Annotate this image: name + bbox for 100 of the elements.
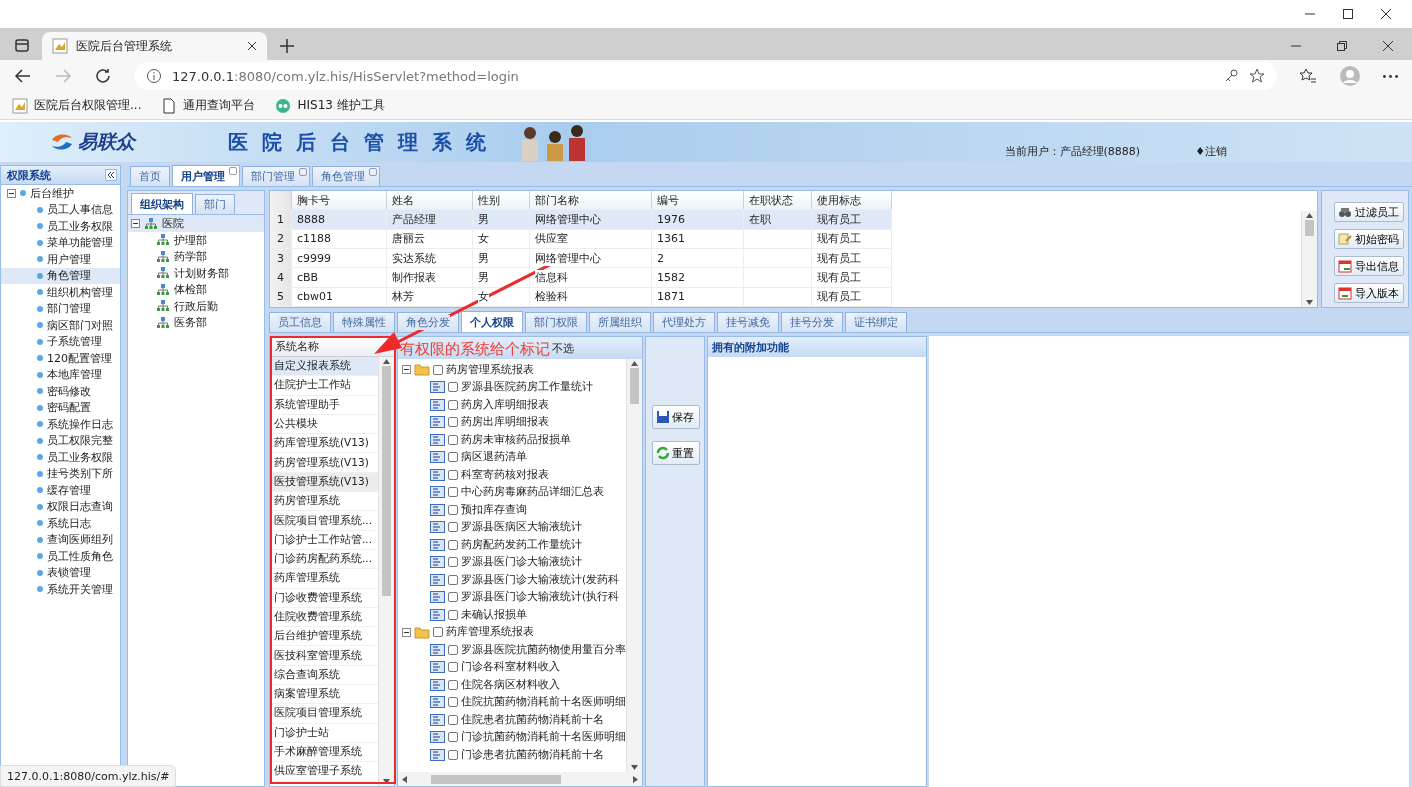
- deselect-all-link[interactable]: 不选: [552, 340, 574, 356]
- collapse-toggle[interactable]: [402, 627, 411, 637]
- checkbox[interactable]: [448, 522, 458, 533]
- tree-item[interactable]: 挂号类别下所: [1, 465, 120, 482]
- scrollbar[interactable]: [1301, 211, 1317, 307]
- tree-item[interactable]: 缓存管理: [1, 482, 120, 499]
- tree-item[interactable]: 用户管理: [1, 251, 120, 268]
- tree-item[interactable]: 病区部门对照: [1, 317, 120, 334]
- tree-item[interactable]: 员工性质角色: [1, 548, 120, 565]
- collapse-toggle[interactable]: [402, 365, 411, 375]
- tab[interactable]: 挂号减免: [717, 312, 779, 332]
- tree-item[interactable]: 预扣库存查询: [461, 502, 527, 517]
- tab[interactable]: 证书绑定: [845, 312, 907, 332]
- tree-item[interactable]: 密码修改: [1, 383, 120, 400]
- tab[interactable]: 挂号分发: [781, 312, 843, 332]
- checkbox[interactable]: [448, 714, 458, 725]
- tab[interactable]: 个人权限: [461, 311, 523, 332]
- browser-tab[interactable]: 医院后台管理系统: [42, 32, 267, 60]
- tree-item[interactable]: 药房配药发药工作量统计: [461, 537, 582, 552]
- column-header[interactable]: 部门名称: [530, 191, 652, 211]
- tree-item[interactable]: 门诊抗菌药物消耗前十名医师明细: [461, 730, 626, 745]
- tree-item[interactable]: 药学部: [174, 249, 207, 265]
- bookmark-link[interactable]: HIS13 维护工具: [297, 97, 385, 114]
- collapse-toggle[interactable]: [131, 219, 140, 228]
- checkbox[interactable]: [448, 679, 458, 690]
- checkbox[interactable]: [448, 644, 458, 655]
- tree-item[interactable]: 病区退药清单: [461, 450, 527, 465]
- tree-item[interactable]: 员工业务权限: [1, 218, 120, 235]
- tree-item[interactable]: 权限日志查询: [1, 498, 120, 515]
- tree-item[interactable]: 本地库管理: [1, 366, 120, 383]
- checkbox[interactable]: [448, 399, 458, 410]
- tab[interactable]: 角色分发: [397, 312, 459, 332]
- checkbox[interactable]: [448, 469, 458, 480]
- checkbox[interactable]: [448, 487, 458, 498]
- tab[interactable]: 用户管理: [172, 165, 240, 186]
- tree-item[interactable]: 住院抗菌药物消耗前十名医师明细: [461, 695, 626, 710]
- tree-item[interactable]: 系统日志: [1, 515, 120, 532]
- tab[interactable]: 代理处方: [653, 312, 715, 332]
- tab[interactable]: 角色管理: [312, 166, 380, 186]
- checkbox[interactable]: [448, 749, 458, 760]
- tab[interactable]: 部门管理: [242, 166, 310, 186]
- tree-item[interactable]: 系统开关管理: [1, 581, 120, 598]
- tree-item[interactable]: 住院各病区材料收入: [461, 677, 560, 692]
- scrollbar-thumb[interactable]: [382, 366, 391, 596]
- toolbar-button[interactable]: 过滤员工: [1334, 202, 1404, 222]
- checkbox[interactable]: [448, 662, 458, 673]
- tree-item[interactable]: 医务部: [174, 315, 207, 331]
- save-button[interactable]: 保存: [652, 405, 700, 429]
- address-bar[interactable]: 127.0.0.1:8080/com.ylz.his/HisServlet?method=login: [134, 62, 1277, 90]
- column-header[interactable]: 胸卡号: [292, 191, 387, 211]
- tree-item[interactable]: 表锁管理: [1, 564, 120, 581]
- collapse-toggle[interactable]: [7, 188, 16, 198]
- scrollbar[interactable]: [378, 357, 394, 786]
- tree-item[interactable]: 罗源县医门诊大输液统计(执行科: [461, 590, 620, 605]
- tab[interactable]: 所属组织: [589, 312, 651, 332]
- tree-item[interactable]: 未确认报损单: [461, 607, 527, 622]
- bookmark-link[interactable]: 通用查询平台: [183, 97, 256, 114]
- tree-item[interactable]: 菜单功能管理: [1, 234, 120, 251]
- list-item[interactable]: 自定义报表系统: [270, 357, 378, 377]
- checkbox[interactable]: [448, 382, 458, 393]
- tree-item[interactable]: 住院患者抗菌药物消耗前十名: [461, 712, 604, 727]
- tree-item[interactable]: 科室寄药核对报表: [461, 467, 549, 482]
- tree-item[interactable]: 药库管理系统报表: [446, 625, 534, 640]
- toolbar-button[interactable]: 初始密码: [1334, 229, 1404, 249]
- reset-button[interactable]: 重置: [652, 441, 700, 465]
- scrollbar[interactable]: [626, 359, 642, 772]
- checkbox[interactable]: [433, 627, 443, 638]
- tree-item[interactable]: 120配置管理: [1, 350, 120, 367]
- scrollbar-thumb[interactable]: [1305, 220, 1314, 236]
- tree-item[interactable]: 药房管理系统报表: [446, 362, 534, 377]
- toolbar-button[interactable]: 导入版本: [1334, 283, 1404, 303]
- tree-item[interactable]: 护理部: [174, 232, 207, 248]
- tab[interactable]: 部门权限: [525, 312, 587, 332]
- tree-item[interactable]: 角色管理: [1, 267, 120, 284]
- bookmark-link[interactable]: 医院后台权限管理...: [34, 97, 142, 114]
- tree-item[interactable]: 员工人事信息: [1, 201, 120, 218]
- tree-item[interactable]: 系统操作日志: [1, 416, 120, 433]
- tree-item[interactable]: 中心药房毒麻药品详细汇总表: [461, 485, 604, 500]
- column-header[interactable]: 使用标志: [812, 191, 892, 211]
- tree-item[interactable]: 药房入库明细报表: [461, 397, 549, 412]
- tree-item[interactable]: 部门管理: [1, 300, 120, 317]
- tab[interactable]: 组织架构: [131, 193, 193, 214]
- tab[interactable]: 首页: [130, 166, 170, 186]
- tree-item[interactable]: 门诊患者抗菌药物消耗前十名: [461, 747, 604, 762]
- column-header[interactable]: 姓名: [387, 191, 473, 211]
- tree-item[interactable]: 罗源县医门诊大输液统计(发药科: [461, 572, 620, 587]
- scrollbar-thumb[interactable]: [630, 368, 639, 404]
- checkbox[interactable]: [448, 452, 458, 463]
- tree-item[interactable]: 罗源县医门诊大输液统计: [461, 555, 582, 570]
- tree-item[interactable]: 查询医师组列: [1, 531, 120, 548]
- checkbox[interactable]: [448, 434, 458, 445]
- tree-item[interactable]: 罗源县医院药房工作量统计: [461, 380, 593, 395]
- tree-item[interactable]: 员工业务权限: [1, 449, 120, 466]
- tree-item[interactable]: 行政后勤: [174, 298, 218, 314]
- checkbox[interactable]: [448, 417, 458, 428]
- column-header[interactable]: 在职状态: [744, 191, 812, 211]
- tree-item[interactable]: 医院: [162, 216, 184, 231]
- tree-item[interactable]: 罗源县医病区大输液统计: [461, 520, 582, 535]
- tab[interactable]: 特殊属性: [333, 312, 395, 332]
- checkbox[interactable]: [433, 364, 443, 375]
